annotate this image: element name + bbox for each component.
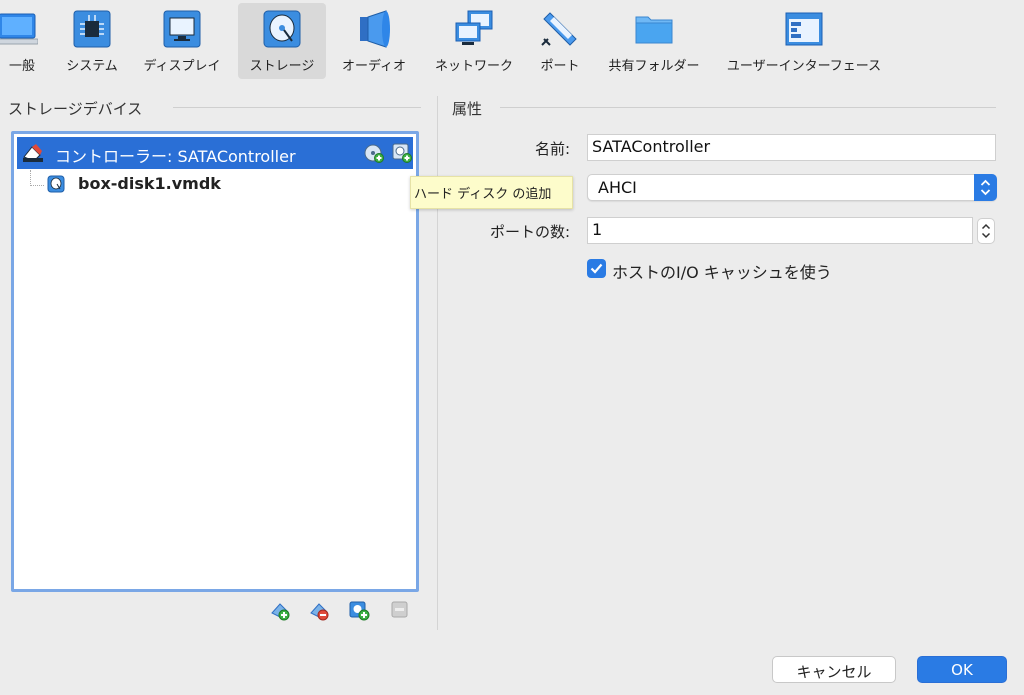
- hard-disk-icon: [47, 175, 65, 193]
- tab-user-interface[interactable]: ユーザーインターフェース: [720, 3, 888, 79]
- remove-attachment-icon[interactable]: [389, 599, 411, 621]
- tab-network[interactable]: ネットワーク: [424, 3, 524, 79]
- audio-speaker-icon: [360, 10, 390, 48]
- storage-tree[interactable]: コントローラー: SATAController box-disk1.vmdk: [11, 131, 419, 592]
- checkmark-icon: [590, 263, 603, 274]
- section-divider: [500, 107, 996, 108]
- tab-shared-folders[interactable]: 共有フォルダー: [600, 3, 708, 79]
- settings-toolbar: 一般 システム ディスプレイ ストレージ オーディオ ネットワーク ポート 共有…: [0, 0, 1024, 82]
- display-monitor-icon: [163, 10, 201, 48]
- tab-audio[interactable]: オーディオ: [336, 3, 412, 79]
- tab-system[interactable]: システム: [57, 3, 127, 79]
- tab-display[interactable]: ディスプレイ: [137, 3, 227, 79]
- select-arrows-icon: [974, 174, 997, 201]
- controller-label: コントローラー: SATAController: [55, 147, 296, 166]
- remove-controller-icon[interactable]: [308, 599, 330, 621]
- controller-type-value: AHCI: [598, 178, 637, 197]
- add-attachment-icon[interactable]: [348, 599, 370, 621]
- controller-type-select[interactable]: AHCI: [587, 174, 997, 201]
- ports-label: ポートの数:: [489, 223, 570, 241]
- add-controller-icon[interactable]: [269, 599, 291, 621]
- attributes-title: 属性: [452, 100, 483, 118]
- tab-ports[interactable]: ポート: [532, 3, 588, 79]
- port-connector-icon: [541, 12, 577, 46]
- add-hard-disk-icon[interactable]: [392, 143, 412, 163]
- section-divider: [173, 107, 421, 108]
- port-count-stepper[interactable]: [977, 218, 995, 244]
- tree-branch-line: [30, 170, 44, 186]
- add-optical-drive-icon[interactable]: [364, 143, 384, 163]
- storage-devices-title: ストレージデバイス: [8, 100, 143, 118]
- host-io-cache-checkbox[interactable]: [587, 259, 606, 278]
- controller-name-field[interactable]: SATAController: [587, 134, 996, 161]
- tab-general[interactable]: 一般: [0, 3, 44, 79]
- port-count-field[interactable]: 1: [587, 217, 973, 244]
- tab-storage[interactable]: ストレージ: [238, 3, 326, 79]
- cancel-button[interactable]: キャンセル: [772, 656, 896, 683]
- add-hard-disk-tooltip: ハード ディスク の追加: [410, 176, 573, 209]
- stepper-arrows-icon: [981, 223, 991, 239]
- storage-disk-icon: [263, 10, 301, 48]
- controller-icon: [23, 144, 43, 162]
- network-icon: [455, 10, 493, 45]
- ok-button[interactable]: OK: [917, 656, 1007, 683]
- tree-row-controller[interactable]: コントローラー: SATAController: [17, 137, 413, 169]
- shared-folder-icon: [635, 16, 673, 44]
- disk-label: box-disk1.vmdk: [78, 174, 221, 193]
- general-icon: [0, 13, 38, 45]
- host-io-cache-label: ホストのI/O キャッシュを使う: [612, 263, 832, 282]
- name-label: 名前:: [534, 140, 570, 158]
- user-interface-window-icon: [785, 12, 823, 46]
- system-chip-icon: [73, 10, 111, 48]
